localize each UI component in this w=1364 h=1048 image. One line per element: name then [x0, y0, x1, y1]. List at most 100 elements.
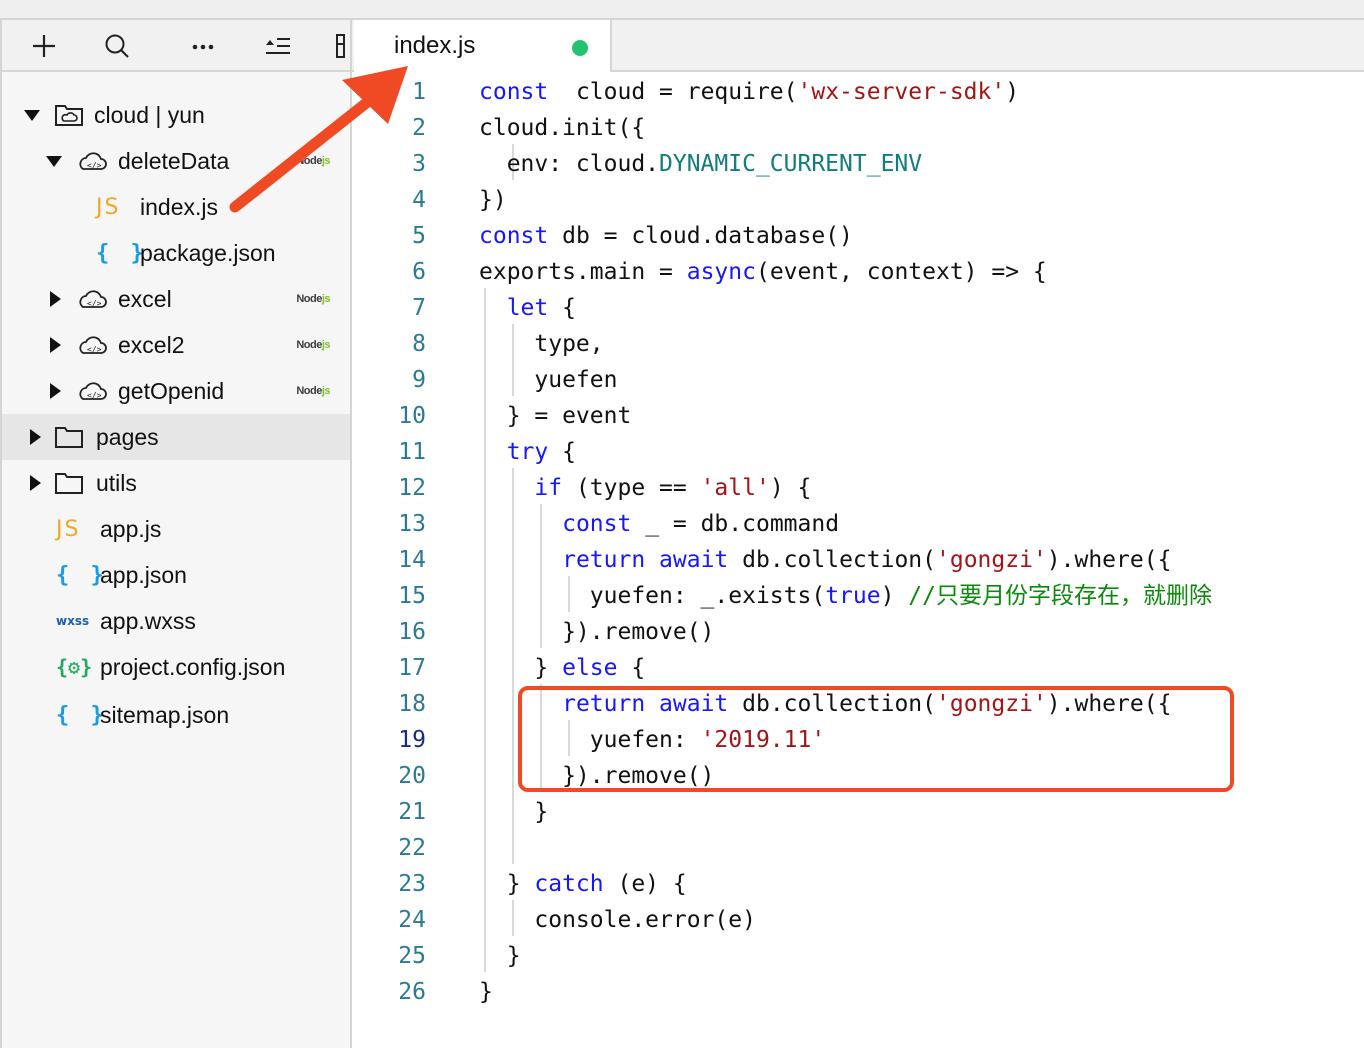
code-text: if (type == 'all') {: [479, 470, 811, 506]
code-line[interactable]: 26}: [354, 974, 1364, 1010]
code-line[interactable]: 1 const cloud = require('wx-server-sdk'): [354, 74, 1364, 110]
chevron-down-icon[interactable]: [46, 155, 62, 167]
tree-item-getopenid[interactable]: </> getOpenid Nodejs: [2, 368, 350, 414]
tab-index-js[interactable]: index.js: [354, 20, 612, 72]
tab-label: index.js: [394, 32, 476, 59]
chevron-right-icon[interactable]: [50, 337, 61, 353]
tree-item-app-wxss[interactable]: wxss app.wxss: [2, 598, 350, 644]
tree-item-label: package.json: [140, 239, 276, 266]
code-line[interactable]: 13 const _ = db.command: [354, 506, 1364, 542]
code-line[interactable]: 16 }).remove(): [354, 614, 1364, 650]
chevron-right-icon[interactable]: [30, 475, 41, 491]
code-line[interactable]: 14 return await db.collection('gongzi').…: [354, 542, 1364, 578]
token-plain: }).remove(): [479, 619, 715, 645]
code-text: }).remove(): [479, 758, 714, 794]
tree-item-label: excel2: [118, 331, 185, 358]
code-text: yuefen: [479, 362, 617, 398]
code-line[interactable]: 2 cloud.init({: [354, 110, 1364, 146]
tree-item-label: app.js: [100, 515, 162, 542]
code-editor[interactable]: 1 const cloud = require('wx-server-sdk') 2…: [354, 72, 1364, 1048]
line-number: 1: [412, 79, 426, 105]
chevron-right-icon[interactable]: [30, 429, 41, 445]
token-kw: const: [479, 223, 549, 249]
token-plain: (event, context) => {: [755, 259, 1047, 285]
tree-item-label: sitemap.json: [100, 701, 230, 728]
tree-item-excel[interactable]: </> excel Nodejs: [2, 276, 350, 322]
badge-node-text: Node: [296, 293, 322, 305]
tree-item-utils[interactable]: utils: [2, 460, 350, 506]
code-line[interactable]: 11 try {: [354, 434, 1364, 470]
chevron-down-icon[interactable]: [24, 109, 40, 121]
token-plain: ).where({: [1046, 691, 1172, 717]
more-button[interactable]: [189, 32, 217, 60]
code-line[interactable]: 8 type,: [354, 326, 1364, 362]
tree-item-app-js[interactable]: JS app.js: [2, 506, 350, 552]
line-number: 19: [398, 727, 426, 753]
code-line[interactable]: 21 }: [354, 794, 1364, 830]
tree-item-cloud-folder[interactable]: cloud | yun: [2, 92, 350, 138]
code-line[interactable]: 6 exports.main = async(event, context) =>…: [354, 254, 1364, 290]
token-plain: yuefen: _.exists(: [479, 583, 826, 609]
code-line[interactable]: 24 console.error(e): [354, 902, 1364, 938]
code-line[interactable]: 5 const db = cloud.database(): [354, 218, 1364, 254]
search-button[interactable]: [103, 32, 131, 60]
token-plain: }: [479, 979, 493, 1005]
token-plain: ) {: [769, 475, 812, 501]
code-text: } = event: [479, 398, 632, 434]
wxss-file-icon: wxss: [56, 614, 90, 628]
code-line[interactable]: 12 if (type == 'all') {: [354, 470, 1364, 506]
code-line[interactable]: 18 return await db.collection('gongzi').…: [354, 686, 1364, 722]
code-line[interactable]: 9 yuefen: [354, 362, 1364, 398]
code-line[interactable]: 22: [354, 830, 1364, 866]
add-button[interactable]: [30, 32, 58, 60]
line-number: 26: [398, 979, 426, 1005]
cloud-function-icon: </>: [76, 379, 108, 403]
cloud-function-icon: </>: [76, 149, 108, 173]
line-number: 9: [412, 367, 426, 393]
code-line[interactable]: 3 env: cloud.DYNAMIC_CURRENT_ENV: [354, 146, 1364, 182]
code-line[interactable]: 17 } else {: [354, 650, 1364, 686]
tree-item-excel2[interactable]: </> excel2 Nodejs: [2, 322, 350, 368]
token-kw: let: [506, 295, 549, 321]
code-text: type,: [479, 326, 603, 362]
line-number: 15: [398, 583, 426, 609]
chevron-right-icon[interactable]: [50, 383, 61, 399]
tree-item-deletedata[interactable]: </> deleteData Nodejs: [2, 138, 350, 184]
code-line[interactable]: 10 } = event: [354, 398, 1364, 434]
tree-item-project-config-json[interactable]: {⚙} project.config.json: [2, 644, 350, 690]
token-kw: catch: [534, 871, 604, 897]
code-line[interactable]: 25 }: [354, 938, 1364, 974]
js-file-icon: JS: [56, 516, 81, 542]
code-line[interactable]: 19 yuefen: '2019.11': [354, 722, 1364, 758]
token-kw: const: [562, 511, 632, 537]
search-icon: [105, 34, 129, 58]
tree-item-sitemap-json[interactable]: { } sitemap.json: [2, 692, 350, 738]
code-line[interactable]: 23 } catch (e) {: [354, 866, 1364, 902]
split-button[interactable]: [332, 32, 350, 60]
editor-tab-bar: index.js: [352, 20, 1364, 72]
nodejs-badge: Nodejs: [296, 293, 330, 305]
chevron-right-icon[interactable]: [50, 291, 61, 307]
token-plain: {: [548, 295, 576, 321]
tree-item-app-json[interactable]: { } app.json: [2, 552, 350, 598]
code-line[interactable]: 20 }).remove(): [354, 758, 1364, 794]
token-kw: return: [562, 691, 646, 717]
token-kw: if: [534, 475, 563, 501]
add-icon: [33, 35, 55, 57]
tree-item-label: app.json: [100, 561, 187, 588]
tree-item-pages[interactable]: pages: [2, 414, 350, 460]
split-icon: [336, 34, 345, 58]
tree-item-index-js[interactable]: JS index.js: [2, 184, 350, 230]
code-text: try {: [479, 434, 576, 470]
line-number: 17: [398, 655, 426, 681]
code-line[interactable]: 4}): [354, 182, 1364, 218]
token-plain: env: cloud.: [479, 151, 660, 177]
token-plain: db.collection(: [728, 547, 937, 573]
collapse-all-button[interactable]: [264, 32, 292, 60]
window-top-strip: [0, 0, 1364, 20]
tree-item-package-json[interactable]: { } package.json: [2, 230, 350, 276]
code-line[interactable]: 7 let {: [354, 290, 1364, 326]
code-line[interactable]: 15 yuefen: _.exists(true) //只要月份字段存在，就删除: [354, 578, 1364, 614]
